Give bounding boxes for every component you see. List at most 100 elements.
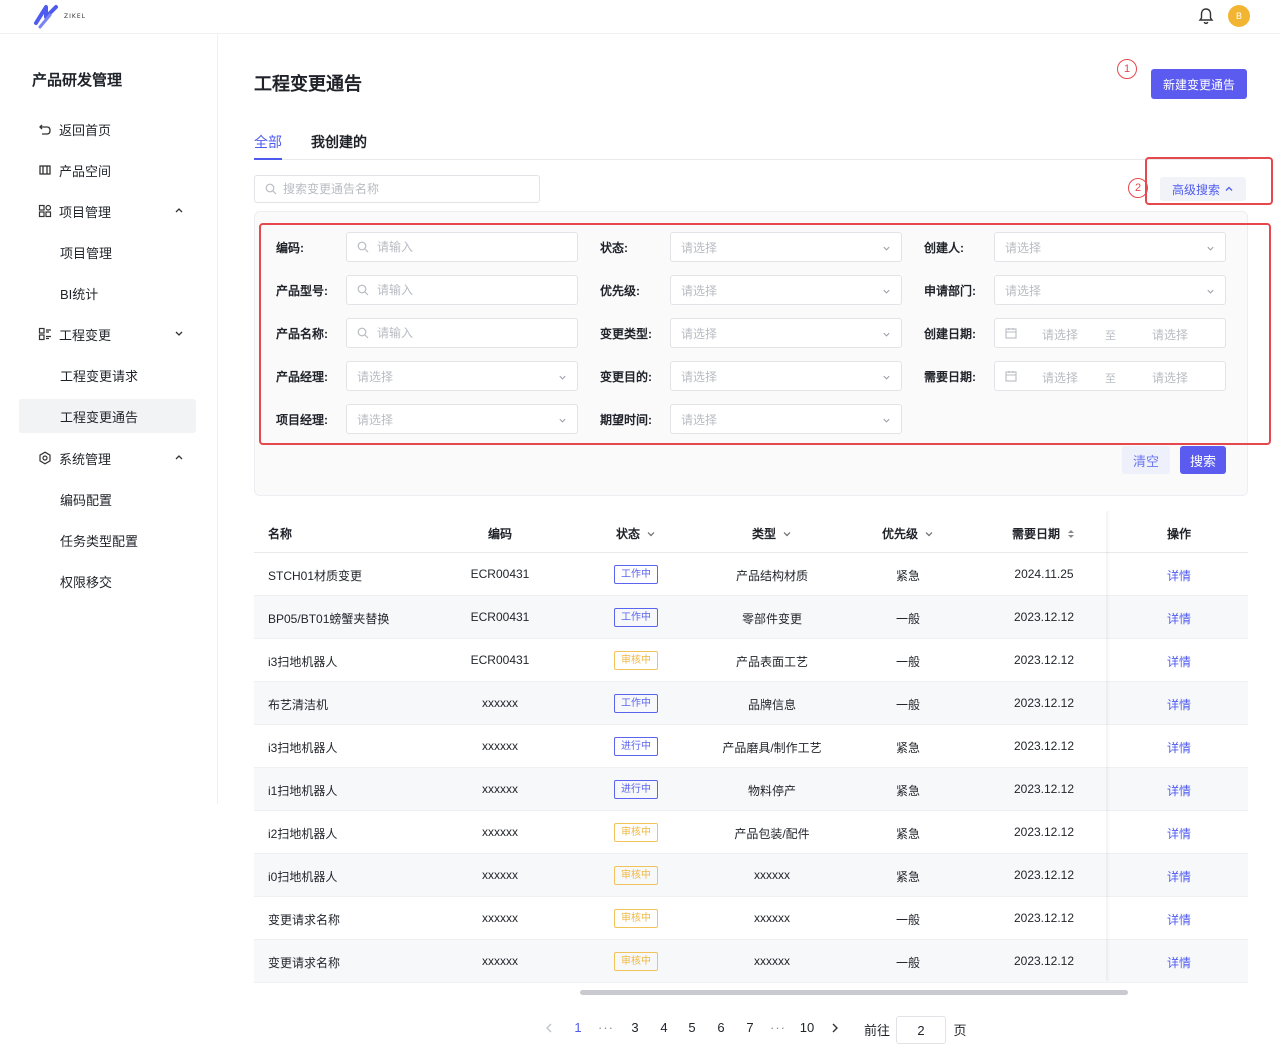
sidebar-item-system-management[interactable]: 系统管理 <box>19 441 196 475</box>
page-7[interactable]: 7 <box>746 1020 753 1035</box>
page-1[interactable]: 1 <box>574 1020 581 1035</box>
cell-required-date: 2023.12.12 <box>1013 739 1075 753</box>
cell-type: 产品结构材质 <box>735 569 809 583</box>
sidebar-item-label: 权限移交 <box>60 574 113 590</box>
detail-link[interactable]: 详情 <box>1167 653 1191 670</box>
page-4[interactable]: 4 <box>660 1020 667 1035</box>
table-row[interactable]: BP05/BT01螃蟹夹替换 ECR00431 工作中 零部件变更 一般 2023.12.… <box>254 596 1248 639</box>
cell-priority: 一般 <box>895 913 921 927</box>
cell-name: i1扫地机器人 <box>268 784 338 798</box>
detail-link[interactable]: 详情 <box>1167 567 1191 584</box>
cell-code: xxxxxx <box>482 954 518 968</box>
column-header-type[interactable]: 类型 <box>752 525 792 542</box>
sidebar-item-label: 系统管理 <box>59 451 112 467</box>
cell-code: ECR00431 <box>470 653 530 667</box>
cell-code: ECR00431 <box>470 610 530 624</box>
table-row[interactable]: i3扫地机器人 xxxxxx 进行中 产品磨具/制作工艺 紧急 2023.12.12 详情 <box>254 725 1248 768</box>
cell-name: BP05/BT01螃蟹夹替换 <box>268 612 390 626</box>
cell-type: 物料停产 <box>747 784 797 798</box>
cell-type: xxxxxx <box>754 911 790 925</box>
cell-code: xxxxxx <box>482 782 518 796</box>
goto-page-value: 2 <box>917 1022 925 1038</box>
cell-code: xxxxxx <box>482 868 518 882</box>
chevron-right-icon[interactable] <box>830 1022 840 1034</box>
cell-required-date: 2023.12.12 <box>1013 610 1075 624</box>
sidebar-item-code-config[interactable]: 编码配置 <box>19 482 196 516</box>
table-row[interactable]: i2扫地机器人 xxxxxx 审核中 产品包装/配件 紧急 2023.12.12 详情 <box>254 811 1248 854</box>
column-header-required-date[interactable]: 需要日期 <box>1012 525 1076 542</box>
goto-label: 前往 <box>863 1023 891 1038</box>
bell-icon[interactable] <box>1197 7 1215 25</box>
page-ellipsis-left[interactable]: ··· <box>598 1020 614 1035</box>
sidebar-item-task-type-config[interactable]: 任务类型配置 <box>19 523 196 557</box>
detail-link[interactable]: 详情 <box>1167 610 1191 627</box>
sidebar-item-change-request[interactable]: 工程变更请求 <box>19 358 196 392</box>
cell-required-date: 2024.11.25 <box>1014 567 1074 581</box>
sidebar-item-home[interactable]: 返回首页 <box>19 112 196 146</box>
chevron-left-icon[interactable] <box>544 1022 554 1034</box>
sidebar-item-project-management[interactable]: 项目管理 <box>19 194 196 228</box>
detail-link[interactable]: 详情 <box>1167 868 1191 885</box>
goto-page-input[interactable]: 2 <box>896 1016 946 1044</box>
table-row[interactable]: 变更请求名称 xxxxxx 审核中 xxxxxx 一般 2023.12.12 详情 <box>254 940 1248 983</box>
cell-name: i3扫地机器人 <box>268 741 338 755</box>
clear-button[interactable]: 清空 <box>1122 446 1170 474</box>
detail-link[interactable]: 详情 <box>1167 782 1191 799</box>
sidebar-item-engineering-change[interactable]: 工程变更 <box>19 317 196 351</box>
detail-link[interactable]: 详情 <box>1167 911 1191 928</box>
status-badge: 进行中 <box>614 780 658 799</box>
logo-icon <box>34 5 58 29</box>
page-5[interactable]: 5 <box>688 1020 695 1035</box>
column-header-name: 名称 <box>268 527 293 541</box>
cell-code: xxxxxx <box>482 825 518 839</box>
highlight-box-filters <box>259 223 1271 445</box>
sidebar-item-label: 任务类型配置 <box>60 533 139 549</box>
sidebar-item-product-space[interactable]: 产品空间 <box>19 153 196 187</box>
cell-priority: 一般 <box>895 655 921 669</box>
detail-link[interactable]: 详情 <box>1167 739 1191 756</box>
column-header-status[interactable]: 状态 <box>616 525 656 542</box>
page-title: 工程变更通告 <box>254 74 362 94</box>
cell-priority: 紧急 <box>895 569 921 583</box>
cell-code: xxxxxx <box>482 911 518 925</box>
cell-required-date: 2023.12.12 <box>1013 868 1075 882</box>
chevron-down-icon <box>783 531 791 536</box>
column-header-priority[interactable]: 优先级 <box>882 525 934 542</box>
chevron-down-icon <box>647 531 655 536</box>
sidebar-item-permission-transfer[interactable]: 权限移交 <box>19 564 196 598</box>
search-button[interactable]: 搜索 <box>1180 446 1226 474</box>
page-10[interactable]: 10 <box>800 1020 814 1035</box>
table-row[interactable]: i1扫地机器人 xxxxxx 进行中 物料停产 紧急 2023.12.12 详情 <box>254 768 1248 811</box>
new-change-notice-button[interactable]: 新建变更通告 <box>1151 69 1247 99</box>
search-box[interactable] <box>254 175 540 203</box>
status-badge: 审核中 <box>614 651 658 670</box>
logo[interactable]: ZIKEL <box>32 3 86 29</box>
detail-link[interactable]: 详情 <box>1167 696 1191 713</box>
page-ellipsis-right[interactable]: ··· <box>770 1020 786 1035</box>
tab-created-by-me[interactable]: 我创建的 <box>311 132 367 160</box>
search-input[interactable] <box>283 182 523 196</box>
tab-all[interactable]: 全部 <box>254 132 282 160</box>
tab-bar: 全部 我创建的 <box>254 128 1248 160</box>
sidebar-item-label: 工程变更请求 <box>60 368 139 384</box>
table-row[interactable]: i0扫地机器人 xxxxxx 审核中 xxxxxx 紧急 2023.12.12 详情 <box>254 854 1248 897</box>
cell-priority: 一般 <box>895 698 921 712</box>
page-6[interactable]: 6 <box>717 1020 724 1035</box>
table-row[interactable]: 布艺清洁机 xxxxxx 工作中 品牌信息 一般 2023.12.12 详情 <box>254 682 1248 725</box>
sidebar-item-project-management-sub[interactable]: 项目管理 <box>19 235 196 269</box>
pagination: 1 ··· 3 4 5 6 7 ··· 10 前往 2 页 <box>0 1016 1280 1044</box>
table-row[interactable]: 变更请求名称 xxxxxx 审核中 xxxxxx 一般 2023.12.12 详情 <box>254 897 1248 940</box>
page-3[interactable]: 3 <box>631 1020 638 1035</box>
sidebar-item-change-notice[interactable]: 工程变更通告 <box>19 399 196 433</box>
sidebar-title: 产品研发管理 <box>32 72 123 89</box>
avatar[interactable]: B <box>1228 5 1250 27</box>
table-row[interactable]: i3扫地机器人 ECR00431 审核中 产品表面工艺 一般 2023.12.12 详情 <box>254 639 1248 682</box>
detail-link[interactable]: 详情 <box>1167 954 1191 971</box>
status-badge: 审核中 <box>614 952 658 971</box>
cell-required-date: 2023.12.12 <box>1013 825 1075 839</box>
sidebar-item-bi-stats[interactable]: BI统计 <box>19 276 196 310</box>
sidebar-item-label: 项目管理 <box>60 245 113 261</box>
horizontal-scrollbar[interactable] <box>580 990 1128 995</box>
detail-link[interactable]: 详情 <box>1167 825 1191 842</box>
table-row[interactable]: STCH01材质变更 ECR00431 工作中 产品结构材质 紧急 2024.11.25 详… <box>254 553 1248 596</box>
